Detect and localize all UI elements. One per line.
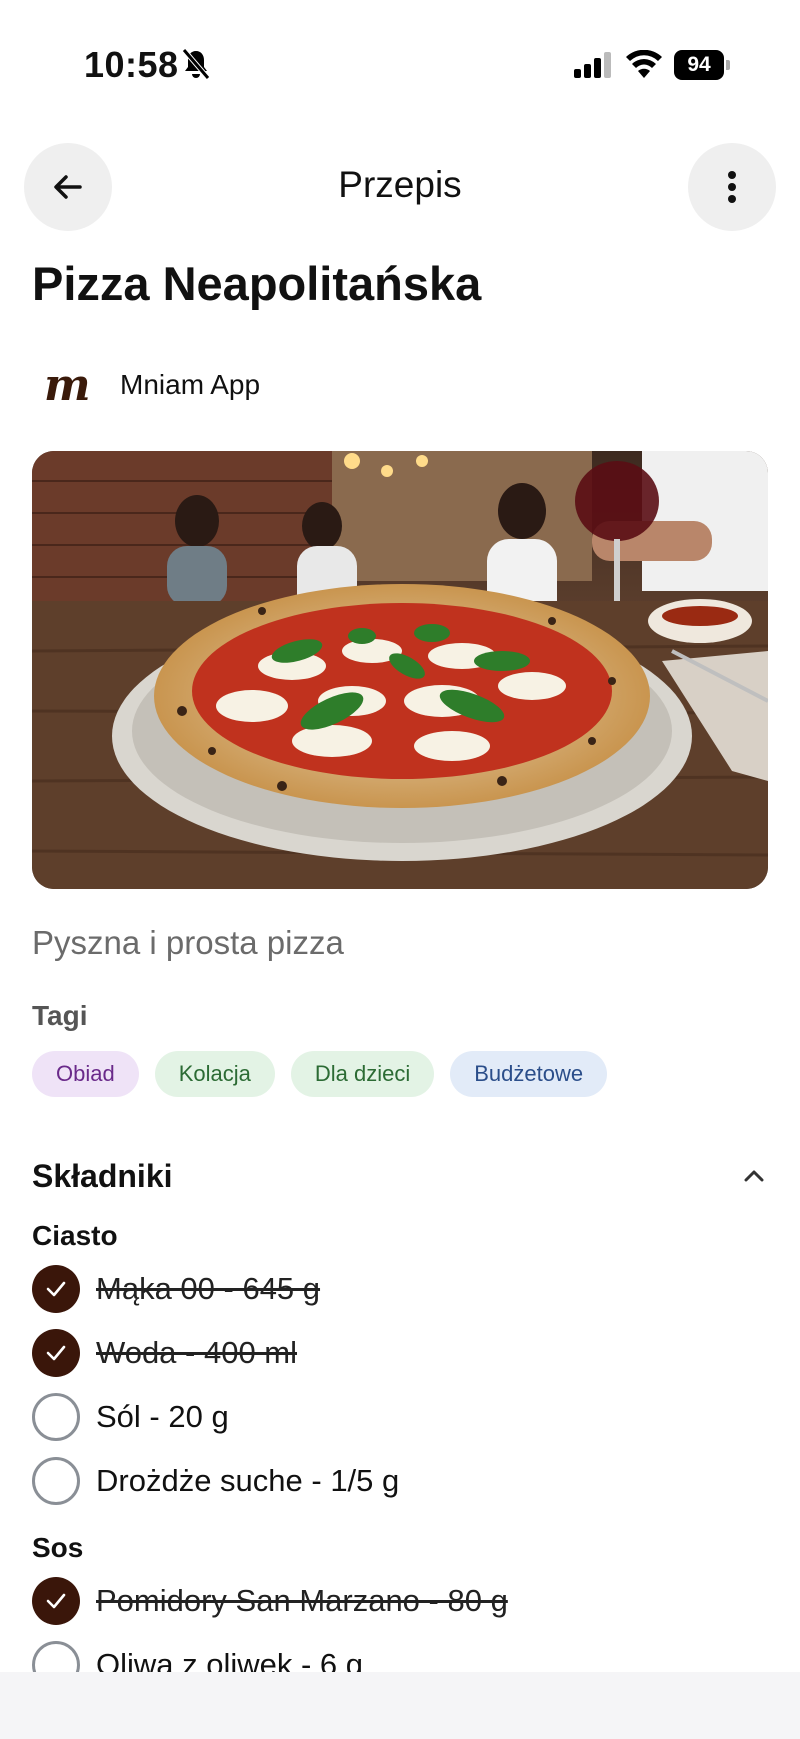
ingredient-group-label: Sos: [32, 1532, 84, 1563]
checkmark-icon: [46, 1281, 66, 1297]
ingredient-text: Drożdże suche - 1/5 g: [96, 1463, 400, 1498]
author-name: Mniam App: [120, 369, 261, 400]
ingredient-group-label: Ciasto: [32, 1220, 118, 1251]
wifi-icon: [626, 50, 662, 78]
author-logo: m: [32, 359, 102, 411]
checkbox-checked[interactable]: [32, 1577, 80, 1625]
ingredient-item[interactable]: Pomidory San Marzano - 80 g: [32, 1576, 508, 1626]
more-options-button[interactable]: [688, 143, 776, 231]
ingredient-text: Pomidory San Marzano - 80 g: [96, 1583, 508, 1618]
ingredient-item[interactable]: Oliwa z oliwek - 6 g: [32, 1640, 363, 1672]
ingredients-title: Składniki: [32, 1157, 173, 1194]
checkbox-unchecked[interactable]: [32, 1393, 80, 1441]
recipe-image: [32, 451, 768, 889]
ingredient-text: Woda - 400 ml: [96, 1335, 298, 1370]
ingredient-item[interactable]: Mąka 00 - 645 g: [32, 1264, 320, 1314]
checkbox-checked[interactable]: [32, 1265, 80, 1313]
bell-muted-icon: [182, 48, 210, 80]
bottom-safe-area: [0, 1672, 800, 1739]
recipe-title: Pizza Neapolitańska: [32, 257, 482, 310]
page-title: Przepis: [338, 164, 462, 205]
tags-list: Obiad Kolacja Dla dzieci Budżetowe: [32, 1051, 608, 1097]
tag-chip[interactable]: Budżetowe: [450, 1051, 608, 1097]
checkbox-checked[interactable]: [32, 1329, 80, 1377]
tag-chip[interactable]: Kolacja: [154, 1051, 275, 1097]
recipe-description: Pyszna i prosta pizza: [32, 924, 344, 961]
tag-chip[interactable]: Obiad: [32, 1051, 139, 1097]
status-bar: 10:58 94: [0, 0, 800, 120]
cellular-signal-icon: [574, 52, 611, 78]
ingredient-item[interactable]: Sól - 20 g: [32, 1392, 229, 1442]
checkmark-icon: [46, 1593, 66, 1609]
battery-indicator: 94: [674, 50, 730, 80]
ingredient-item[interactable]: Drożdże suche - 1/5 g: [32, 1456, 399, 1506]
checkmark-icon: [46, 1345, 66, 1361]
checkbox-unchecked[interactable]: [32, 1457, 80, 1505]
tags-label: Tagi: [32, 1000, 88, 1031]
checkbox-unchecked[interactable]: [32, 1641, 80, 1672]
status-time: 10:58: [84, 44, 179, 85]
ingredients-section-header[interactable]: Składniki: [32, 1154, 768, 1198]
ingredient-text: Oliwa z oliwek - 6 g: [96, 1647, 364, 1672]
ingredient-item[interactable]: Woda - 400 ml: [32, 1328, 297, 1378]
chevron-up-icon: [744, 1170, 764, 1182]
ingredient-text: Mąka 00 - 645 g: [96, 1271, 321, 1306]
battery-level: 94: [674, 50, 724, 80]
screen-content: 10:58 94 Przepis Pizza Neapolitańska m M…: [0, 0, 800, 1672]
ingredient-text: Sól - 20 g: [96, 1399, 229, 1434]
more-vertical-icon: [728, 171, 736, 203]
tag-chip[interactable]: Dla dzieci: [290, 1051, 435, 1097]
recipe-author[interactable]: m Mniam App: [32, 359, 261, 411]
author-logo-letter: m: [44, 359, 91, 411]
